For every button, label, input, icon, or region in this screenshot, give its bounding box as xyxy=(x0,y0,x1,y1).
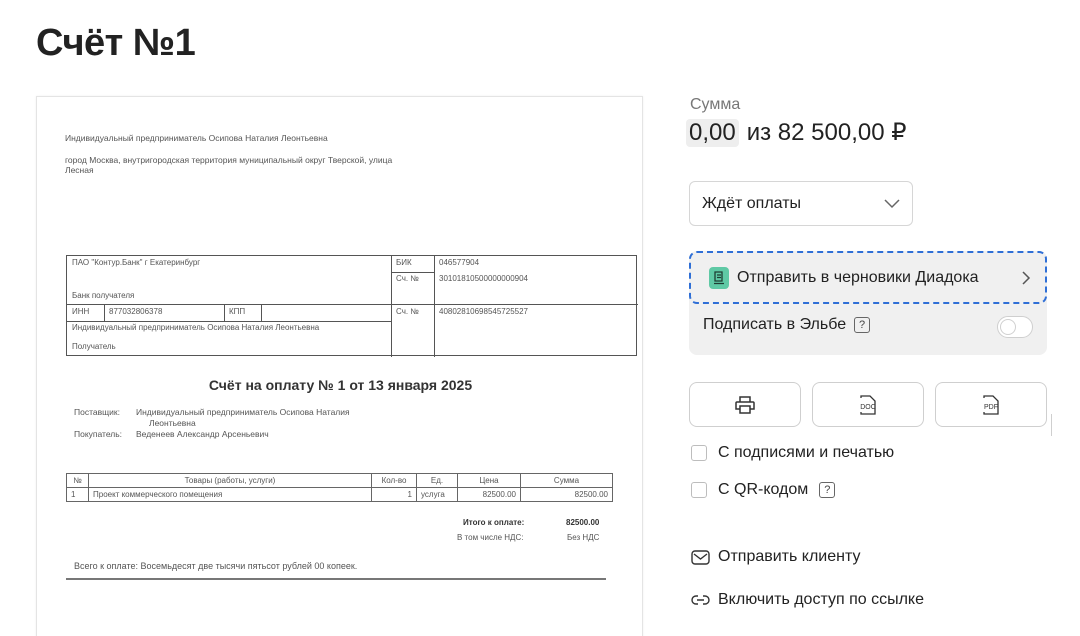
cell: Проект коммерческого помещения xyxy=(88,487,372,502)
send-to-diadoc-button[interactable]: Отправить в черновики Диадока xyxy=(689,251,1047,304)
qr-label: С QR-кодом xyxy=(718,481,809,498)
col-header: Цена xyxy=(457,473,521,488)
print-button[interactable] xyxy=(689,382,801,427)
recipient-caption: Получатель xyxy=(72,342,116,351)
diadoc-label: Отправить в черновики Диадока xyxy=(737,268,979,286)
download-doc-button[interactable]: DOC xyxy=(812,382,924,427)
table-row: 1 Проект коммерческого помещения 1 услуг… xyxy=(66,487,613,502)
divider xyxy=(66,578,606,580)
doc-file-icon: DOC xyxy=(860,394,876,415)
buyer-value: Веденеев Александр Арсеньевич xyxy=(136,429,269,439)
cell: 82500.00 xyxy=(457,487,521,502)
bik-value: 046577904 xyxy=(439,258,480,267)
chevron-right-icon xyxy=(1022,270,1031,285)
address-line-2: Лесная xyxy=(65,165,94,175)
invoice-heading: Счёт на оплату № 1 от 13 января 2025 xyxy=(208,377,473,393)
pdf-file-icon: PDF xyxy=(983,394,999,415)
col-header: Сумма xyxy=(520,473,613,488)
col-header: Товары (работы, услуги) xyxy=(88,473,372,488)
svg-text:DOC: DOC xyxy=(860,404,876,411)
toggle-knob xyxy=(1000,319,1016,335)
total-label: Итого к оплате: xyxy=(463,518,525,527)
vat-label: В том числе НДС: xyxy=(457,533,524,542)
kpp-label: КПП xyxy=(229,307,246,316)
col-header: Ед. xyxy=(416,473,458,488)
bik-label: БИК xyxy=(396,258,412,267)
buyer-label: Покупатель: xyxy=(74,429,123,439)
supplier-label: Поставщик: xyxy=(74,407,120,417)
corr-account-value: 30101810500000000904 xyxy=(439,274,528,283)
cell: услуга xyxy=(416,487,458,502)
col-header: Кол-во xyxy=(371,473,417,488)
link-icon xyxy=(691,595,710,605)
signatures-checkbox-row[interactable]: С подписями и печатью xyxy=(691,444,894,462)
account-label: Сч. № xyxy=(396,307,419,316)
enable-link-access[interactable]: Включить доступ по ссылке xyxy=(691,591,924,609)
signatures-checkbox[interactable] xyxy=(691,445,707,461)
bank-name: ПАО "Контур.Банк" г Екатеринбург xyxy=(72,258,201,267)
chevron-down-icon xyxy=(884,198,900,208)
total-in-words: Всего к оплате: Восемьдесят две тысячи п… xyxy=(74,561,358,571)
help-icon[interactable]: ? xyxy=(854,317,871,333)
sign-in-elba-row: Подписать в Эльбе ? xyxy=(703,316,871,334)
total-value: 82500.00 xyxy=(566,518,600,527)
total-amount: из 82 500,00 ₽ xyxy=(746,119,907,146)
inn-value: 877032806378 xyxy=(109,307,163,316)
printer-icon xyxy=(735,395,755,414)
qr-checkbox-row[interactable]: С QR-кодом ? xyxy=(691,481,836,499)
account-value: 40802810698545725527 xyxy=(439,307,528,316)
vat-value: Без НДС xyxy=(567,533,600,542)
elba-label: Подписать в Эльбе xyxy=(703,316,847,333)
send-to-client-label: Отправить клиенту xyxy=(718,548,861,565)
paid-amount: 0,00 xyxy=(686,118,739,147)
help-icon[interactable]: ? xyxy=(819,482,836,498)
address-line-1: город Москва, внутригородская территория… xyxy=(65,155,393,165)
recipient-name: Индивидуальный предприниматель Осипова Н… xyxy=(72,323,320,332)
bank-details-table: ПАО "Контур.Банк" г Екатеринбург Банк по… xyxy=(66,255,638,357)
link-access-label: Включить доступ по ссылке xyxy=(718,591,924,608)
supplier-value: Индивидуальный предприниматель Осипова Н… xyxy=(136,407,350,417)
cell: 1 xyxy=(66,487,89,502)
envelope-icon xyxy=(691,549,710,565)
bank-caption: Банк получателя xyxy=(72,291,135,300)
status-value: Ждёт оплаты xyxy=(702,194,802,212)
send-to-client-link[interactable]: Отправить клиенту xyxy=(691,548,860,566)
sum-label: Сумма xyxy=(690,96,741,113)
col-header: № xyxy=(66,473,89,488)
signatures-label: С подписями и печатью xyxy=(718,444,895,461)
page-title: Счёт №1 xyxy=(36,22,196,64)
supplier-value-cont: Леонтьевна xyxy=(149,418,196,428)
elba-toggle[interactable] xyxy=(997,316,1033,338)
divider xyxy=(1051,414,1052,436)
corr-account-label: Сч. № xyxy=(396,274,419,283)
svg-text:PDF: PDF xyxy=(984,404,998,411)
download-pdf-button[interactable]: PDF xyxy=(935,382,1047,427)
sum-amount: 0,00 из 82 500,00 ₽ xyxy=(686,118,907,147)
diadoc-document-icon xyxy=(709,266,729,289)
status-select[interactable]: Ждёт оплаты xyxy=(689,181,913,226)
inn-label: ИНН xyxy=(72,307,90,316)
cell: 1 xyxy=(371,487,417,502)
seller-line: Индивидуальный предприниматель Осипова Н… xyxy=(65,133,328,143)
goods-table: № Товары (работы, услуги) Кол-во Ед. Цен… xyxy=(66,473,613,502)
cell: 82500.00 xyxy=(520,487,613,502)
invoice-preview: Индивидуальный предприниматель Осипова Н… xyxy=(36,96,643,636)
qr-checkbox[interactable] xyxy=(691,482,707,498)
